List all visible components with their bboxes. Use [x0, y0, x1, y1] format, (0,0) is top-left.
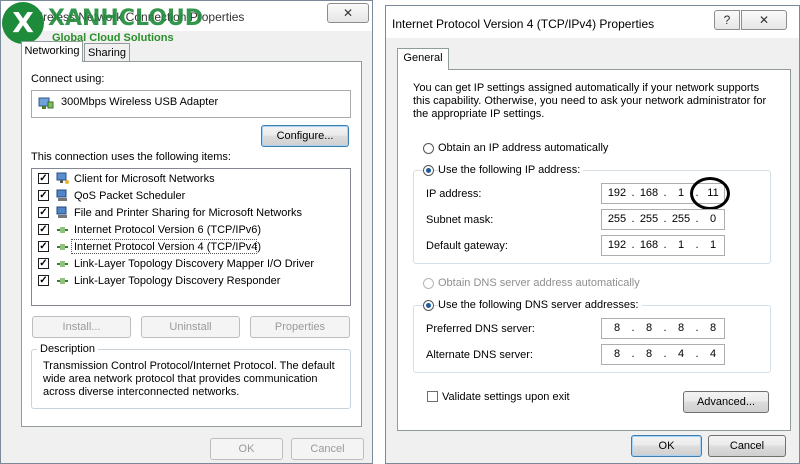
use-following-dns-label: Use the following DNS server addresses: — [438, 299, 642, 311]
item-label: QoS Packet Scheduler — [74, 190, 186, 202]
item-checkbox[interactable]: ✓ — [38, 275, 49, 286]
item-label: Internet Protocol Version 4 (TCP/IPv4) — [74, 241, 262, 253]
radio-selected-dot — [426, 168, 431, 173]
highlight-circle — [690, 177, 730, 210]
install-button[interactable]: Install... — [32, 316, 131, 338]
tab-networking[interactable]: Networking — [21, 41, 83, 62]
description-label: Description — [37, 343, 99, 355]
left-close-button[interactable]: ✕ — [327, 3, 369, 23]
obtain-ip-auto-label: Obtain an IP address automatically — [438, 142, 609, 154]
adapter-name: 300Mbps Wireless USB Adapter — [61, 96, 219, 108]
right-close-button[interactable]: ✕ — [741, 10, 787, 30]
subnet-mask-field[interactable]: 255 . 255 . 255 . 0 — [601, 209, 725, 230]
help-button[interactable]: ? — [714, 10, 740, 30]
use-following-ip-label: Use the following IP address: — [438, 164, 584, 176]
configure-button[interactable]: Configure... — [261, 125, 349, 147]
radio-selected-dot — [426, 303, 431, 308]
validate-label: Validate settings upon exit — [442, 391, 570, 403]
items-label: This connection uses the following items… — [31, 151, 231, 163]
logo-mark-icon: X — [2, 2, 44, 44]
ipv4-properties-dialog: Internet Protocol Version 4 (TCP/IPv4) P… — [385, 5, 800, 464]
default-gateway-field[interactable]: 192 . 168 . 1 . 1 — [601, 235, 725, 256]
default-gateway-label: Default gateway: — [426, 240, 508, 252]
network-client-icon — [56, 172, 69, 184]
tab-general[interactable]: General — [397, 48, 449, 70]
obtain-dns-auto-radio[interactable] — [423, 278, 434, 289]
left-ok-button[interactable]: OK — [210, 438, 283, 460]
protocol-icon — [57, 244, 68, 250]
item-checkbox[interactable]: ✓ — [38, 224, 49, 235]
network-service-icon — [56, 189, 67, 201]
protocol-icon — [57, 278, 68, 284]
protocol-icon — [57, 261, 68, 267]
preferred-dns-field[interactable]: 8 . 8 . 8 . 8 — [601, 318, 725, 339]
preferred-dns-label: Preferred DNS server: — [426, 323, 535, 335]
network-adapter-icon — [38, 97, 54, 109]
protocol-icon — [57, 227, 68, 233]
alternate-dns-field[interactable]: 8 . 8 . 4 . 4 — [601, 344, 725, 365]
connect-using-label: Connect using: — [31, 73, 105, 85]
description-text: Transmission Control Protocol/Internet P… — [43, 360, 335, 398]
right-ok-button[interactable]: OK — [631, 435, 702, 457]
right-cancel-button[interactable]: Cancel — [708, 435, 786, 457]
advanced-button[interactable]: Advanced... — [683, 391, 769, 413]
network-connection-properties-dialog: Wireless Network Connection Properties ✕… — [0, 0, 373, 464]
alternate-dns-label: Alternate DNS server: — [426, 349, 533, 361]
right-dialog-title: Internet Protocol Version 4 (TCP/IPv4) P… — [392, 17, 655, 31]
logo-brand: XANHCLOUD — [48, 6, 204, 31]
use-following-dns-radio[interactable] — [423, 300, 434, 311]
xanhcloud-logo: X XANHCLOUD Global Cloud Solutions — [2, 2, 212, 46]
item-checkbox[interactable]: ✓ — [38, 190, 49, 201]
item-label: File and Printer Sharing for Microsoft N… — [74, 207, 303, 219]
item-checkbox[interactable]: ✓ — [38, 241, 49, 252]
left-cancel-button[interactable]: Cancel — [291, 438, 364, 460]
item-checkbox[interactable]: ✓ — [38, 207, 49, 218]
item-label: Client for Microsoft Networks — [74, 173, 215, 185]
obtain-ip-auto-radio[interactable] — [423, 143, 434, 154]
obtain-dns-auto-label: Obtain DNS server address automatically — [438, 277, 640, 289]
item-label: Link-Layer Topology Discovery Mapper I/O… — [74, 258, 315, 270]
item-checkbox[interactable]: ✓ — [38, 258, 49, 269]
uninstall-button[interactable]: Uninstall — [141, 316, 240, 338]
subnet-mask-label: Subnet mask: — [426, 214, 494, 226]
intro-text: You can get IP settings assigned automat… — [413, 82, 767, 120]
use-following-ip-radio[interactable] — [423, 165, 434, 176]
network-service-icon — [56, 206, 67, 218]
item-label: Link-Layer Topology Discovery Responder — [74, 275, 281, 287]
validate-checkbox[interactable] — [427, 391, 438, 402]
ip-address-label: IP address: — [426, 188, 482, 200]
properties-button[interactable]: Properties — [250, 316, 350, 338]
item-checkbox[interactable]: ✓ — [38, 173, 49, 184]
item-label: Internet Protocol Version 6 (TCP/IPv6) — [74, 224, 262, 236]
